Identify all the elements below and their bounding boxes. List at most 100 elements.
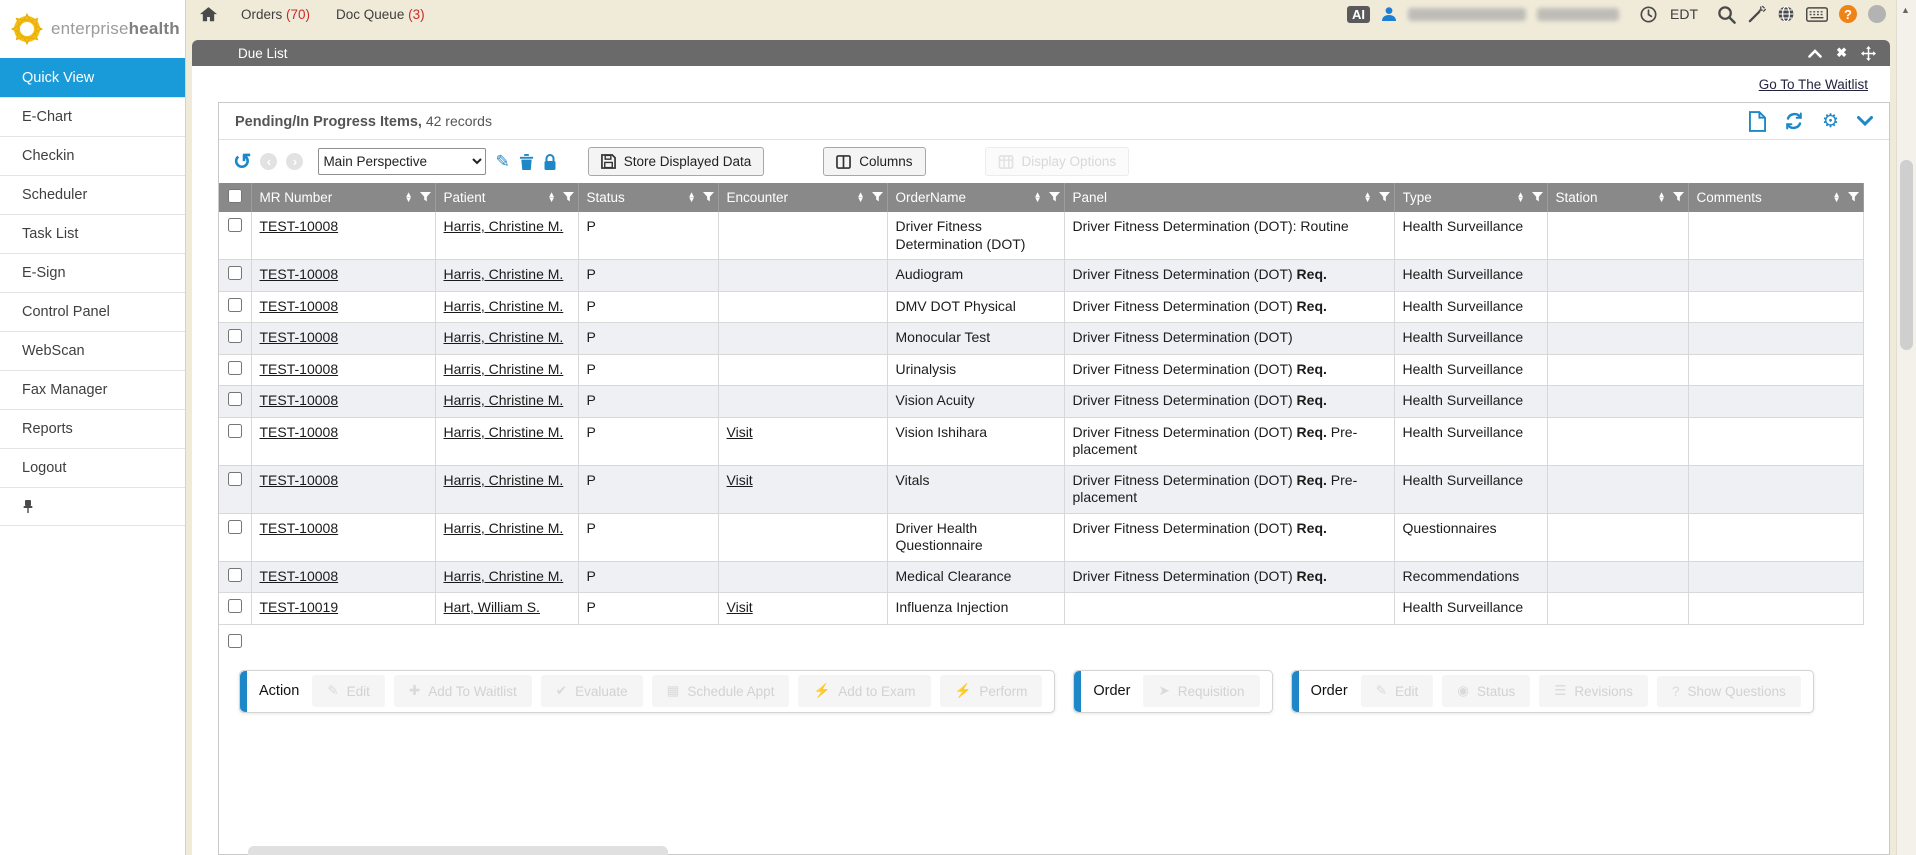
- row-checkbox[interactable]: [228, 361, 242, 375]
- sidebar-item-logout[interactable]: Logout: [0, 448, 185, 487]
- row-checkbox[interactable]: [228, 472, 242, 486]
- sidebar-item-task-list[interactable]: Task List: [0, 214, 185, 253]
- patient-link[interactable]: Harris, Christine M.: [444, 298, 564, 314]
- row-checkbox[interactable]: [228, 266, 242, 280]
- filter-icon[interactable]: [1673, 192, 1684, 203]
- patient-link[interactable]: Harris, Christine M.: [444, 266, 564, 282]
- column-header-status[interactable]: Status▲▼: [578, 183, 718, 212]
- evaluate-button[interactable]: ✔Evaluate: [541, 675, 643, 707]
- sidebar-item-checkin[interactable]: Checkin: [0, 136, 185, 175]
- sidebar-item-scheduler[interactable]: Scheduler: [0, 175, 185, 214]
- mr-number-link[interactable]: TEST-10008: [260, 329, 339, 345]
- chevron-down-icon[interactable]: [1857, 116, 1873, 126]
- mr-number-link[interactable]: TEST-10019: [260, 599, 339, 615]
- pin-icon[interactable]: [22, 499, 34, 514]
- store-displayed-data-button[interactable]: Store Displayed Data: [588, 147, 765, 176]
- lock-icon[interactable]: [543, 153, 557, 171]
- perspective-select[interactable]: Main Perspective: [318, 148, 486, 175]
- columns-button[interactable]: Columns: [823, 147, 925, 176]
- collapse-icon[interactable]: [1808, 49, 1822, 58]
- clock-icon[interactable]: [1640, 6, 1657, 23]
- mr-number-link[interactable]: TEST-10008: [260, 568, 339, 584]
- column-header-encounter[interactable]: Encounter▲▼: [718, 183, 887, 212]
- row-checkbox[interactable]: [228, 599, 242, 613]
- sort-icon[interactable]: ▲▼: [1658, 193, 1666, 203]
- row-checkbox[interactable]: [228, 520, 242, 534]
- patient-link[interactable]: Harris, Christine M.: [444, 361, 564, 377]
- patient-link[interactable]: Harris, Christine M.: [444, 392, 564, 408]
- column-header-ordername[interactable]: OrderName▲▼: [887, 183, 1064, 212]
- page-scrollbar[interactable]: ▲: [1896, 0, 1916, 855]
- mr-number-link[interactable]: TEST-10008: [260, 218, 339, 234]
- select-all-header-checkbox[interactable]: [228, 189, 242, 203]
- add-to-exam-button[interactable]: ⚡Add to Exam: [798, 675, 930, 707]
- mr-number-link[interactable]: TEST-10008: [260, 266, 339, 282]
- filter-icon[interactable]: [1848, 192, 1859, 203]
- sort-icon[interactable]: ▲▼: [857, 193, 865, 203]
- patient-link[interactable]: Harris, Christine M.: [444, 520, 564, 536]
- filter-icon[interactable]: [1379, 192, 1390, 203]
- patient-link[interactable]: Harris, Christine M.: [444, 424, 564, 440]
- close-icon[interactable]: ✖: [1836, 45, 1847, 61]
- sidebar-item-control-panel[interactable]: Control Panel: [0, 292, 185, 331]
- column-header-station[interactable]: Station▲▼: [1547, 183, 1688, 212]
- delete-perspective-icon[interactable]: [519, 153, 534, 171]
- user-icon[interactable]: [1381, 6, 1397, 22]
- encounter-visit-link[interactable]: Visit: [727, 599, 753, 615]
- status-button[interactable]: ◉Status: [1442, 675, 1530, 707]
- row-checkbox[interactable]: [228, 392, 242, 406]
- new-document-icon[interactable]: [1749, 111, 1766, 132]
- gear-icon[interactable]: ⚙: [1822, 112, 1839, 131]
- column-header-type[interactable]: Type▲▼: [1394, 183, 1547, 212]
- sort-icon[interactable]: ▲▼: [1833, 193, 1841, 203]
- requisition-button[interactable]: ➤Requisition: [1143, 675, 1259, 707]
- encounter-visit-link[interactable]: Visit: [727, 472, 753, 488]
- magic-wand-icon[interactable]: [1747, 5, 1766, 24]
- column-header-comments[interactable]: Comments▲▼: [1688, 183, 1863, 212]
- search-icon[interactable]: [1717, 5, 1736, 24]
- patient-link[interactable]: Hart, William S.: [444, 599, 540, 615]
- filter-icon[interactable]: [1532, 192, 1543, 203]
- horizontal-scrollbar-thumb[interactable]: [248, 846, 668, 855]
- row-checkbox[interactable]: [228, 424, 242, 438]
- go-to-waitlist-link[interactable]: Go To The Waitlist: [1759, 77, 1868, 92]
- sidebar-item-e-sign[interactable]: E-Sign: [0, 253, 185, 292]
- column-header-panel[interactable]: Panel▲▼: [1064, 183, 1394, 212]
- column-header-mr-number[interactable]: MR Number▲▼: [251, 183, 435, 212]
- patient-link[interactable]: Harris, Christine M.: [444, 568, 564, 584]
- topbar-nav-orders[interactable]: Orders (70): [241, 7, 310, 22]
- sidebar-item-webscan[interactable]: WebScan: [0, 331, 185, 370]
- patient-link[interactable]: Harris, Christine M.: [444, 472, 564, 488]
- avatar[interactable]: [1868, 5, 1886, 23]
- undo-icon[interactable]: ↺: [233, 151, 251, 173]
- mr-number-link[interactable]: TEST-10008: [260, 298, 339, 314]
- edit-button[interactable]: ✎Edit: [1361, 675, 1434, 707]
- mr-number-link[interactable]: TEST-10008: [260, 472, 339, 488]
- sort-icon[interactable]: ▲▼: [1034, 193, 1042, 203]
- move-icon[interactable]: [1861, 46, 1876, 61]
- keyboard-icon[interactable]: [1806, 7, 1828, 22]
- ai-badge[interactable]: AI: [1347, 6, 1370, 23]
- add-to-waitlist-button[interactable]: ✚Add To Waitlist: [394, 675, 532, 707]
- edit-perspective-icon[interactable]: ✎: [495, 153, 509, 170]
- scrollbar-up-arrow[interactable]: ▲: [1901, 5, 1910, 15]
- revisions-button[interactable]: ☰Revisions: [1539, 675, 1648, 707]
- help-icon[interactable]: ?: [1839, 5, 1857, 23]
- perform-button[interactable]: ⚡Perform: [940, 675, 1043, 707]
- edit-button[interactable]: ✎Edit: [312, 675, 385, 707]
- scrollbar-thumb[interactable]: [1900, 160, 1913, 350]
- sidebar-item-quick-view[interactable]: Quick View: [0, 58, 185, 97]
- home-icon[interactable]: [200, 7, 217, 22]
- sidebar-item-e-chart[interactable]: E-Chart: [0, 97, 185, 136]
- mr-number-link[interactable]: TEST-10008: [260, 392, 339, 408]
- encounter-visit-link[interactable]: Visit: [727, 424, 753, 440]
- row-checkbox[interactable]: [228, 298, 242, 312]
- mr-number-link[interactable]: TEST-10008: [260, 424, 339, 440]
- filter-icon[interactable]: [1049, 192, 1060, 203]
- schedule-appt-button[interactable]: ▦Schedule Appt: [652, 675, 790, 707]
- sidebar-item-fax-manager[interactable]: Fax Manager: [0, 370, 185, 409]
- row-checkbox[interactable]: [228, 218, 242, 232]
- sort-icon[interactable]: ▲▼: [548, 193, 556, 203]
- sort-icon[interactable]: ▲▼: [405, 193, 413, 203]
- patient-link[interactable]: Harris, Christine M.: [444, 218, 564, 234]
